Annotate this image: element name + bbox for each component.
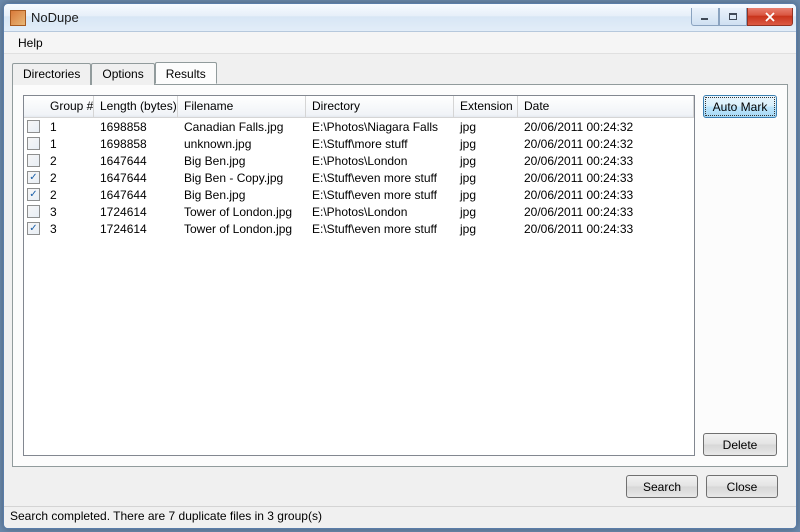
cell-extension: jpg bbox=[454, 205, 518, 219]
tabstrip: Directories Options Results bbox=[12, 62, 788, 84]
window-title: NoDupe bbox=[31, 10, 691, 25]
tab-results[interactable]: Results bbox=[155, 62, 217, 84]
cell-date: 20/06/2011 00:24:33 bbox=[518, 154, 694, 168]
row-checkbox[interactable]: ✓ bbox=[24, 222, 44, 235]
row-checkbox[interactable] bbox=[24, 154, 44, 167]
app-window: NoDupe Help Directories Options Results bbox=[3, 3, 797, 529]
checkbox-icon bbox=[27, 154, 40, 167]
checkbox-icon: ✓ bbox=[27, 222, 40, 235]
column-length[interactable]: Length (bytes) bbox=[94, 96, 178, 117]
cell-directory: E:\Photos\London bbox=[306, 205, 454, 219]
cell-group: 2 bbox=[44, 188, 94, 202]
cell-group: 3 bbox=[44, 222, 94, 236]
row-checkbox[interactable] bbox=[24, 120, 44, 133]
side-button-panel: Auto Mark Delete bbox=[703, 95, 777, 456]
client-area: Directories Options Results Group # Leng… bbox=[4, 54, 796, 506]
cell-group: 3 bbox=[44, 205, 94, 219]
cell-directory: E:\Stuff\even more stuff bbox=[306, 171, 454, 185]
results-grid: Group # Length (bytes) Filename Director… bbox=[23, 95, 695, 456]
search-button[interactable]: Search bbox=[626, 475, 698, 498]
cell-directory: E:\Stuff\even more stuff bbox=[306, 222, 454, 236]
column-extension[interactable]: Extension bbox=[454, 96, 518, 117]
tab-directories[interactable]: Directories bbox=[12, 63, 91, 85]
delete-button[interactable]: Delete bbox=[703, 433, 777, 456]
cell-group: 2 bbox=[44, 171, 94, 185]
minimize-icon bbox=[700, 13, 710, 21]
menubar: Help bbox=[4, 32, 796, 54]
table-row[interactable]: ✓ 31724614Tower of London.jpgE:\Stuff\eve… bbox=[24, 220, 694, 237]
row-checkbox[interactable] bbox=[24, 137, 44, 150]
cell-directory: E:\Photos\Niagara Falls bbox=[306, 120, 454, 134]
statusbar: Search completed. There are 7 duplicate … bbox=[4, 506, 796, 528]
table-row[interactable]: 31724614Tower of London.jpgE:\Photos\Lon… bbox=[24, 203, 694, 220]
cell-directory: E:\Stuff\more stuff bbox=[306, 137, 454, 151]
cell-date: 20/06/2011 00:24:33 bbox=[518, 188, 694, 202]
cell-directory: E:\Stuff\even more stuff bbox=[306, 188, 454, 202]
cell-extension: jpg bbox=[454, 188, 518, 202]
row-checkbox[interactable]: ✓ bbox=[24, 171, 44, 184]
table-row[interactable]: 11698858unknown.jpgE:\Stuff\more stuffjp… bbox=[24, 135, 694, 152]
checkbox-icon: ✓ bbox=[27, 171, 40, 184]
checkbox-icon bbox=[27, 137, 40, 150]
cell-length: 1647644 bbox=[94, 171, 178, 185]
row-checkbox[interactable]: ✓ bbox=[24, 188, 44, 201]
cell-filename: Big Ben.jpg bbox=[178, 188, 306, 202]
cell-date: 20/06/2011 00:24:33 bbox=[518, 205, 694, 219]
close-button[interactable]: Close bbox=[706, 475, 778, 498]
menu-help[interactable]: Help bbox=[10, 34, 51, 52]
cell-extension: jpg bbox=[454, 171, 518, 185]
cell-filename: Canadian Falls.jpg bbox=[178, 120, 306, 134]
auto-mark-button[interactable]: Auto Mark bbox=[703, 95, 777, 118]
cell-length: 1724614 bbox=[94, 205, 178, 219]
cell-length: 1698858 bbox=[94, 120, 178, 134]
cell-filename: Tower of London.jpg bbox=[178, 205, 306, 219]
titlebar[interactable]: NoDupe bbox=[4, 4, 796, 32]
column-checkbox[interactable] bbox=[24, 96, 44, 117]
cell-group: 1 bbox=[44, 120, 94, 134]
cell-length: 1647644 bbox=[94, 154, 178, 168]
cell-filename: Big Ben - Copy.jpg bbox=[178, 171, 306, 185]
table-row[interactable]: ✓ 21647644Big Ben - Copy.jpgE:\Stuff\even… bbox=[24, 169, 694, 186]
tab-options[interactable]: Options bbox=[91, 63, 154, 85]
cell-length: 1647644 bbox=[94, 188, 178, 202]
cell-extension: jpg bbox=[454, 137, 518, 151]
table-row[interactable]: 11698858Canadian Falls.jpgE:\Photos\Niag… bbox=[24, 118, 694, 135]
close-icon bbox=[764, 12, 776, 22]
cell-group: 1 bbox=[44, 137, 94, 151]
column-date[interactable]: Date bbox=[518, 96, 694, 117]
grid-header: Group # Length (bytes) Filename Director… bbox=[24, 96, 694, 118]
close-window-button[interactable] bbox=[747, 8, 793, 26]
cell-filename: unknown.jpg bbox=[178, 137, 306, 151]
cell-date: 20/06/2011 00:24:32 bbox=[518, 137, 694, 151]
column-group[interactable]: Group # bbox=[44, 96, 94, 117]
cell-extension: jpg bbox=[454, 222, 518, 236]
maximize-icon bbox=[728, 12, 738, 21]
cell-filename: Big Ben.jpg bbox=[178, 154, 306, 168]
cell-length: 1724614 bbox=[94, 222, 178, 236]
cell-group: 2 bbox=[44, 154, 94, 168]
cell-directory: E:\Photos\London bbox=[306, 154, 454, 168]
table-row[interactable]: 21647644Big Ben.jpgE:\Photos\Londonjpg20… bbox=[24, 152, 694, 169]
column-directory[interactable]: Directory bbox=[306, 96, 454, 117]
minimize-button[interactable] bbox=[691, 8, 719, 26]
bottom-button-bar: Search Close bbox=[12, 467, 788, 506]
maximize-button[interactable] bbox=[719, 8, 747, 26]
cell-date: 20/06/2011 00:24:33 bbox=[518, 171, 694, 185]
window-controls bbox=[691, 8, 793, 26]
cell-date: 20/06/2011 00:24:33 bbox=[518, 222, 694, 236]
grid-body[interactable]: 11698858Canadian Falls.jpgE:\Photos\Niag… bbox=[24, 118, 694, 455]
results-panel: Group # Length (bytes) Filename Director… bbox=[12, 84, 788, 467]
checkbox-icon bbox=[27, 120, 40, 133]
column-filename[interactable]: Filename bbox=[178, 96, 306, 117]
cell-extension: jpg bbox=[454, 120, 518, 134]
cell-extension: jpg bbox=[454, 154, 518, 168]
app-icon bbox=[10, 10, 26, 26]
checkbox-icon bbox=[27, 205, 40, 218]
cell-filename: Tower of London.jpg bbox=[178, 222, 306, 236]
checkbox-icon: ✓ bbox=[27, 188, 40, 201]
table-row[interactable]: ✓ 21647644Big Ben.jpgE:\Stuff\even more s… bbox=[24, 186, 694, 203]
cell-date: 20/06/2011 00:24:32 bbox=[518, 120, 694, 134]
cell-length: 1698858 bbox=[94, 137, 178, 151]
row-checkbox[interactable] bbox=[24, 205, 44, 218]
